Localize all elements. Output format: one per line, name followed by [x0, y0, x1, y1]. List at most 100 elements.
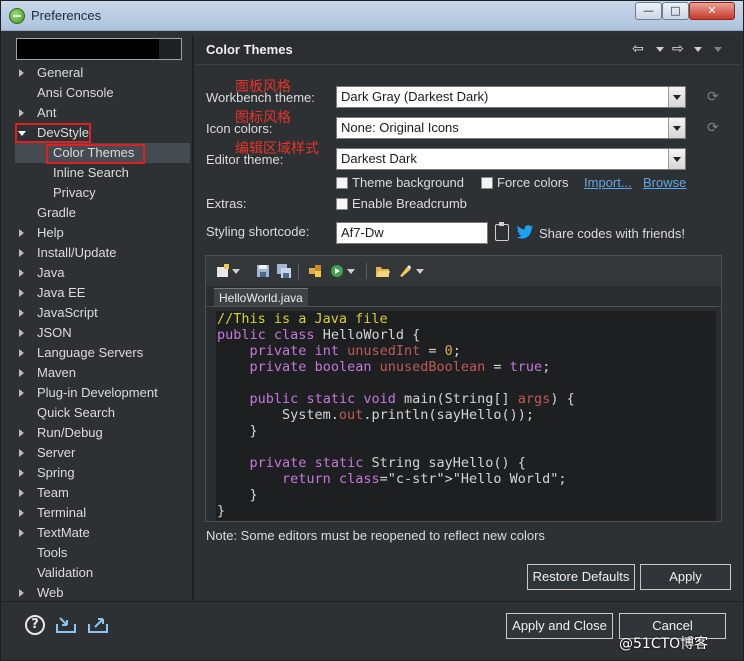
- workbench-theme-select[interactable]: Dark Gray (Darkest Dark): [336, 86, 686, 108]
- collapsed-arrow-icon[interactable]: [19, 69, 24, 77]
- checkbox-box[interactable]: [336, 177, 348, 189]
- collapsed-arrow-icon[interactable]: [19, 509, 24, 517]
- collapsed-arrow-icon[interactable]: [19, 349, 24, 357]
- close-button[interactable]: ✕: [689, 2, 735, 20]
- tree-item[interactable]: Install/Update: [15, 243, 190, 263]
- tree-item[interactable]: JSON: [15, 323, 190, 343]
- eclipse-icon: [9, 8, 25, 24]
- new-file-icon[interactable]: [216, 264, 230, 278]
- collapsed-arrow-icon[interactable]: [19, 269, 24, 277]
- tree-item[interactable]: Tools: [15, 543, 190, 563]
- tree-item[interactable]: Maven: [15, 363, 190, 383]
- tree-item[interactable]: Run/Debug: [15, 423, 190, 443]
- filter-field[interactable]: [16, 38, 182, 60]
- tree-item[interactable]: Help: [15, 223, 190, 243]
- chevron-down-icon[interactable]: [668, 149, 685, 169]
- collapsed-arrow-icon[interactable]: [19, 369, 24, 377]
- collapsed-arrow-icon[interactable]: [19, 389, 24, 397]
- chevron-down-icon[interactable]: [232, 269, 240, 274]
- code-preview: //This is a Java file public class HelloW…: [216, 311, 716, 521]
- maximize-button[interactable]: □: [662, 2, 689, 20]
- tree-item[interactable]: Color Themes: [15, 143, 190, 163]
- collapsed-arrow-icon[interactable]: [19, 529, 24, 537]
- collapsed-arrow-icon[interactable]: [19, 489, 24, 497]
- tree-item[interactable]: Java: [15, 263, 190, 283]
- tree-item[interactable]: Server: [15, 443, 190, 463]
- tree-item[interactable]: Team: [15, 483, 190, 503]
- collapsed-arrow-icon[interactable]: [19, 309, 24, 317]
- tree-item-label: Validation: [37, 565, 94, 580]
- tree-item[interactable]: Plug-in Development: [15, 383, 190, 403]
- collapsed-arrow-icon[interactable]: [19, 449, 24, 457]
- import-link[interactable]: Import...: [584, 175, 632, 190]
- export-icon[interactable]: [87, 615, 109, 635]
- browse-link[interactable]: Browse: [643, 175, 686, 190]
- tree-item-label: Install/Update: [37, 245, 117, 260]
- collapsed-arrow-icon[interactable]: [19, 429, 24, 437]
- styling-shortcode-field[interactable]: Af7-Dw: [336, 222, 488, 244]
- tree-item[interactable]: TextMate: [15, 523, 190, 543]
- highlighter-icon[interactable]: [398, 264, 412, 278]
- refresh-icon[interactable]: ⟳: [707, 89, 719, 105]
- collapsed-arrow-icon[interactable]: [19, 229, 24, 237]
- collapsed-arrow-icon[interactable]: [19, 469, 24, 477]
- tree-item[interactable]: General: [15, 63, 190, 83]
- filter-input[interactable]: [17, 39, 159, 59]
- forward-arrow-icon[interactable]: ⇨: [672, 41, 684, 57]
- run-icon[interactable]: [330, 264, 344, 278]
- expanded-arrow-icon[interactable]: [18, 131, 26, 136]
- tree-item[interactable]: Web: [15, 583, 190, 597]
- tree-item[interactable]: Java EE: [15, 283, 190, 303]
- preference-tree[interactable]: General Ansi Console Ant DevStyle Color Them…: [15, 63, 190, 597]
- twitter-icon[interactable]: [516, 225, 534, 240]
- tree-item[interactable]: DevStyle: [15, 123, 190, 143]
- editor-tab-helloworld[interactable]: HelloWorld.java: [214, 288, 308, 307]
- tree-item[interactable]: Ansi Console: [15, 83, 190, 103]
- checkbox-box[interactable]: [336, 198, 348, 210]
- tree-item[interactable]: Ant: [15, 103, 190, 123]
- minimize-button[interactable]: —: [635, 2, 662, 20]
- tree-item[interactable]: Quick Search: [15, 403, 190, 423]
- tree-item-label: Inline Search: [53, 165, 129, 180]
- tree-item[interactable]: Validation: [15, 563, 190, 583]
- icon-colors-select[interactable]: None: Original Icons: [336, 117, 686, 139]
- clipboard-icon[interactable]: [495, 222, 509, 241]
- checkbox-box[interactable]: [481, 177, 493, 189]
- tree-item[interactable]: Inline Search: [15, 163, 190, 183]
- back-arrow-icon[interactable]: ⇦: [632, 41, 644, 57]
- forward-history-chevron-icon[interactable]: [694, 47, 702, 52]
- import-icon[interactable]: [55, 615, 77, 635]
- chevron-down-icon[interactable]: [416, 269, 424, 274]
- collapsed-arrow-icon[interactable]: [19, 329, 24, 337]
- chevron-down-icon[interactable]: [668, 118, 685, 138]
- tree-item[interactable]: JavaScript: [15, 303, 190, 323]
- tree-item[interactable]: Spring: [15, 463, 190, 483]
- sash[interactable]: [192, 35, 194, 601]
- collapsed-arrow-icon[interactable]: [19, 289, 24, 297]
- save-icon[interactable]: [256, 264, 270, 278]
- open-folder-icon[interactable]: [376, 264, 390, 278]
- collapsed-arrow-icon[interactable]: [19, 249, 24, 257]
- tree-item-label: JavaScript: [37, 305, 98, 320]
- refresh-icon[interactable]: ⟳: [707, 120, 719, 136]
- restore-defaults-button[interactable]: Restore Defaults: [527, 564, 635, 590]
- tree-item-label: TextMate: [37, 525, 90, 540]
- collapsed-arrow-icon[interactable]: [19, 589, 24, 597]
- tree-item[interactable]: Gradle: [15, 203, 190, 223]
- collapsed-arrow-icon[interactable]: [19, 109, 24, 117]
- tree-item[interactable]: Terminal: [15, 503, 190, 523]
- new-package-icon[interactable]: [308, 264, 322, 278]
- tree-item[interactable]: Language Servers: [15, 343, 190, 363]
- apply-and-close-button[interactable]: Apply and Close: [506, 613, 613, 639]
- tree-item[interactable]: Privacy: [15, 183, 190, 203]
- tree-item-label: Spring: [37, 465, 75, 480]
- chevron-down-icon[interactable]: [347, 269, 355, 274]
- back-history-chevron-icon[interactable]: [656, 47, 664, 52]
- help-icon[interactable]: ?: [25, 615, 45, 635]
- editor-theme-select[interactable]: Darkest Dark: [336, 148, 686, 170]
- save-all-icon[interactable]: [277, 264, 291, 278]
- apply-button[interactable]: Apply: [640, 564, 731, 590]
- chevron-down-icon[interactable]: [668, 87, 685, 107]
- view-menu-chevron-icon[interactable]: [714, 47, 722, 52]
- tree-item-label: Web: [37, 585, 64, 597]
